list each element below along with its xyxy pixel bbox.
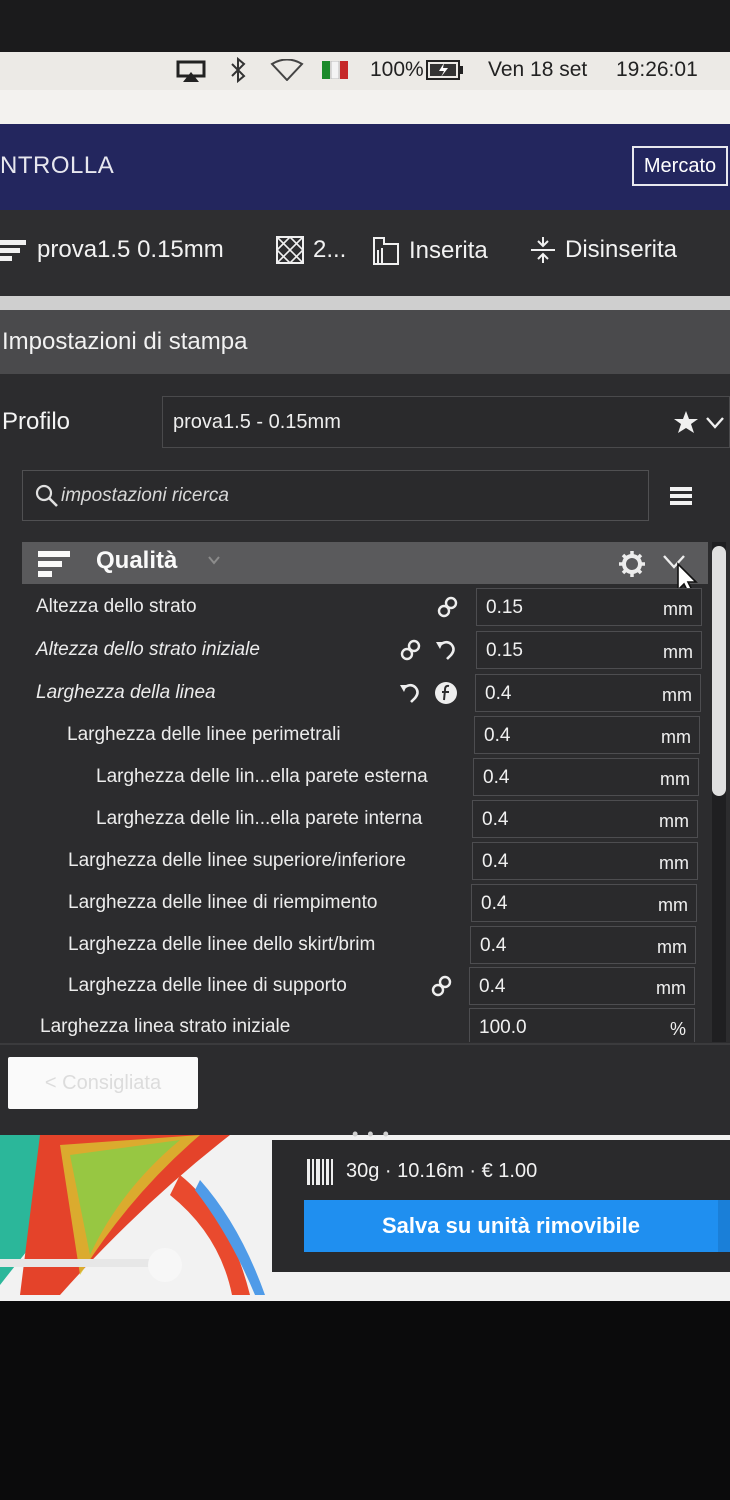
infill-line-width-input[interactable]: 0.4 mm [471,884,697,922]
skirt-brim-line-width-input[interactable]: 0.4 mm [470,926,696,964]
gear-icon[interactable] [618,550,646,583]
marketplace-button[interactable]: Mercato [632,146,728,186]
outer-wall-line-width-input[interactable]: 0.4 mm [473,758,699,796]
model-preview-image [0,1135,270,1295]
profile-label: Profilo [2,408,71,435]
setting-label: Larghezza delle lin...ella parete estern… [96,766,428,787]
save-options-dropdown[interactable] [718,1200,730,1252]
settings-scrollbar-thumb[interactable] [712,546,726,796]
print-setup-toolbar[interactable]: prova1.5 0.15mm 2... Inserita Disinserit… [0,210,730,296]
support-summary-label: Inserita [409,237,488,264]
wifi-icon[interactable] [270,58,304,87]
flag-it-icon[interactable] [322,60,348,85]
setting-label: Larghezza delle lin...ella parete intern… [96,808,423,829]
battery-icon[interactable] [426,60,464,86]
screen-bezel-bottom [0,1301,730,1500]
search-placeholder: impostazioni ricerca [61,485,229,506]
setting-row-skirt-brim-line-width[interactable]: Larghezza delle linee dello skirt/brim 0… [22,924,708,966]
menubar-date[interactable]: Ven 18 set [488,58,587,82]
setting-label: Larghezza delle linee di riempimento [68,892,378,913]
settings-search-input[interactable]: impostazioni ricerca [22,470,649,521]
setting-label: Larghezza delle linee dello skirt/brim [68,934,376,955]
setting-row-initial-layer-line-width[interactable]: Larghezza linea strato iniziale 100.0% [22,1006,708,1042]
barcode-icon [306,1158,336,1191]
layer-slider-track[interactable] [0,1259,160,1267]
recommended-mode-button[interactable]: < Consigliata [8,1057,198,1109]
setting-label: Larghezza linea strato iniziale [40,1016,291,1037]
infill-icon [276,236,304,264]
profile-dropdown[interactable]: prova1.5 - 0.15mm [162,396,730,448]
initial-layer-height-input[interactable]: 0.15 mm [476,631,702,669]
chevron-down-icon[interactable] [705,413,725,436]
settings-visibility-menu-icon[interactable] [668,484,694,513]
profile-summary-label: prova1.5 0.15mm [37,236,224,263]
setting-row-outer-wall-line-width[interactable]: Larghezza delle lin...ella parete estern… [22,756,708,798]
link-icon[interactable] [399,638,423,668]
setting-label: Altezza dello strato [36,596,197,617]
setting-label: Altezza dello strato iniziale [36,639,260,660]
link-icon[interactable] [436,595,460,625]
line-width-input[interactable]: 0.4 mm [475,674,701,712]
setting-row-infill-line-width[interactable]: Larghezza delle linee di riempimento 0.4… [22,882,708,924]
setting-row-wall-line-width[interactable]: Larghezza delle linee perimetrali 0.4 mm [22,714,708,756]
system-menubar: 100% Ven 18 set 19:26:01 [0,52,730,90]
adhesion-icon [530,236,556,264]
function-icon[interactable] [434,681,458,711]
chevron-small-icon [208,552,220,570]
category-label: Qualità [96,547,178,574]
settings-list[interactable]: Altezza dello strato 0.15 mm Altezza dell… [22,584,708,1042]
quality-icon [0,237,28,263]
battery-percent: 100% [370,58,424,81]
setting-row-top-bottom-line-width[interactable]: Larghezza delle linee superiore/inferior… [22,840,708,882]
more-options-icon[interactable]: • • • [352,1124,391,1145]
window-titlebar [0,90,730,124]
search-icon [35,484,59,514]
support-icon [372,236,400,266]
setting-label: Larghezza delle linee superiore/inferior… [68,850,406,871]
panel-gap [0,296,730,310]
bluetooth-icon[interactable] [230,56,246,89]
reset-icon[interactable] [398,681,422,711]
print-estimate: 30g · 10.16m · € 1.00 [346,1160,538,1182]
screen-bezel-top [0,0,730,52]
setting-row-inner-wall-line-width[interactable]: Larghezza delle lin...ella parete intern… [22,798,708,840]
wall-line-width-input[interactable]: 0.4 mm [474,716,700,754]
initial-layer-line-width-input[interactable]: 100.0% [469,1008,695,1042]
setting-row-support-line-width[interactable]: Larghezza delle linee di supporto 0.4 mm [22,965,708,1007]
setting-label: Larghezza della linea [36,682,216,703]
adhesion-summary-label: Disinserita [565,236,678,263]
panel-title: Impostazioni di stampa [2,328,248,355]
adhesion-summary[interactable]: Disinserita [530,236,677,264]
inner-wall-line-width-input[interactable]: 0.4 mm [472,800,698,838]
layer-height-input[interactable]: 0.15 mm [476,588,702,626]
star-icon[interactable] [673,409,699,441]
airplay-icon[interactable] [176,60,206,88]
save-to-removable-button[interactable]: Salva su unità rimovibile [304,1200,718,1252]
support-summary[interactable]: Inserita [372,236,488,266]
infill-summary[interactable]: 2... [276,236,346,264]
setting-label: Larghezza delle linee perimetrali [67,724,341,745]
reset-icon[interactable] [434,638,458,668]
top-bottom-line-width-input[interactable]: 0.4 mm [472,842,698,880]
menubar-time[interactable]: 19:26:01 [616,58,698,82]
panel-footer-divider [0,1043,730,1045]
profile-summary[interactable]: prova1.5 0.15mm [0,236,224,264]
app-stage-title[interactable]: NTROLLA [0,152,114,180]
quality-category-icon [38,549,72,584]
setting-row-layer-height[interactable]: Altezza dello strato 0.15 mm [22,586,708,628]
setting-label: Larghezza delle linee di supporto [68,975,347,996]
setting-row-initial-layer-height[interactable]: Altezza dello strato iniziale 0.15 mm [22,629,708,671]
profile-value: prova1.5 - 0.15mm [173,411,341,433]
support-line-width-input[interactable]: 0.4 mm [469,967,695,1005]
infill-summary-label: 2... [313,236,347,263]
setting-row-line-width[interactable]: Larghezza della linea 0.4 mm [22,672,708,714]
layer-slider-handle[interactable] [148,1248,182,1282]
link-icon[interactable] [430,974,454,1004]
